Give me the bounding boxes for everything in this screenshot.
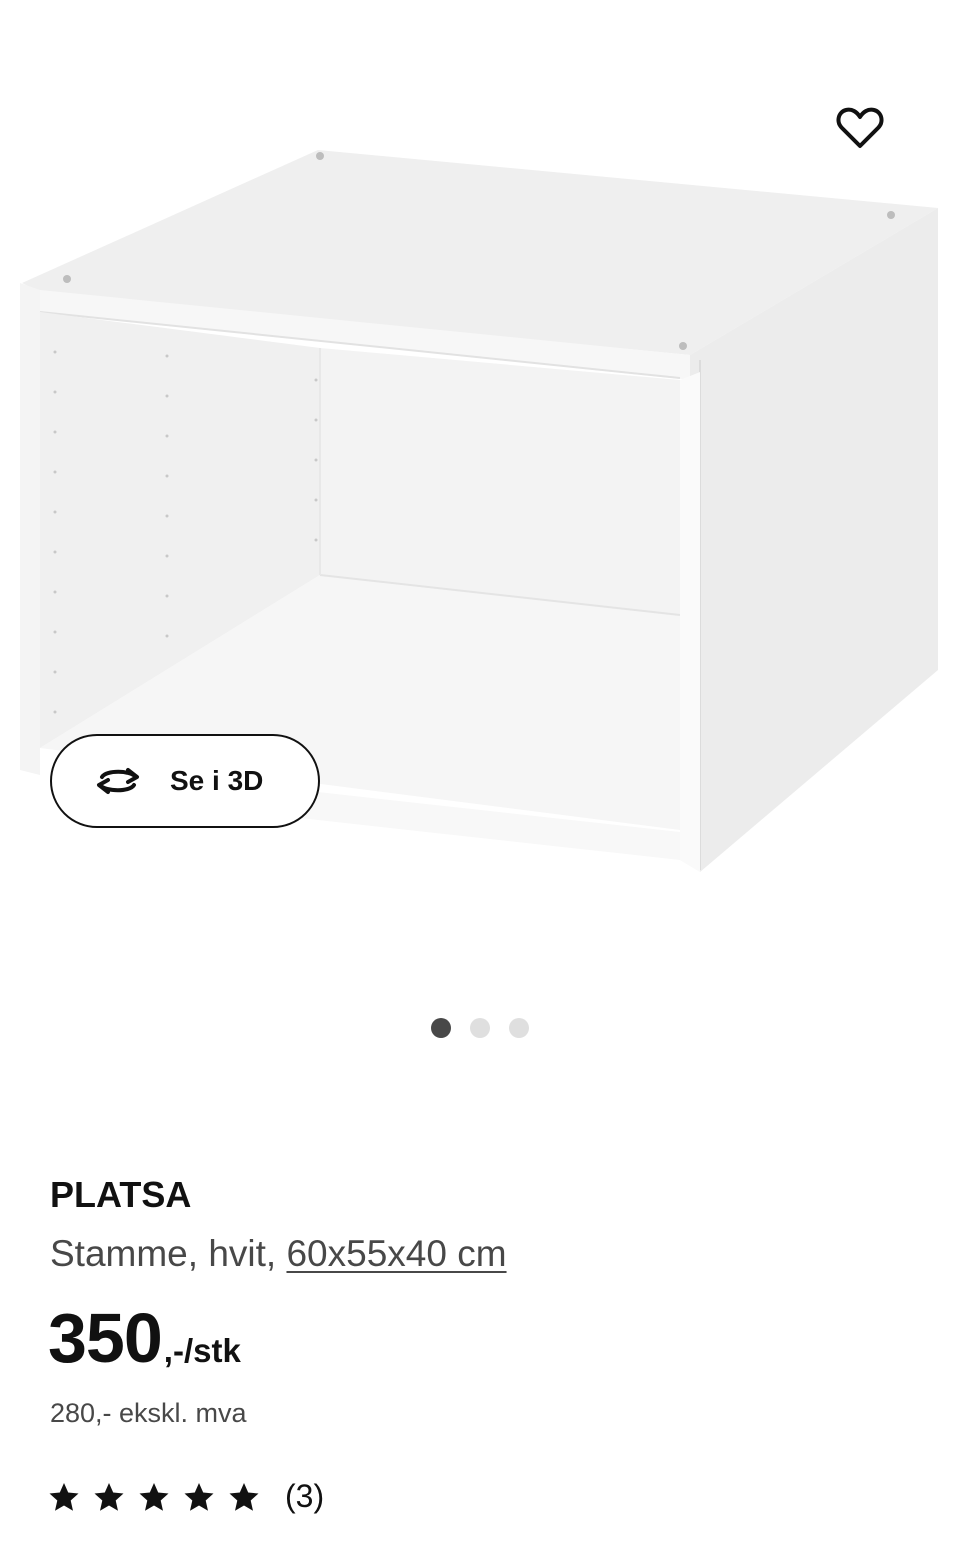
star-icon <box>138 1481 170 1513</box>
product-rating[interactable]: (3) <box>48 1478 324 1515</box>
star-icon <box>48 1481 80 1513</box>
rating-count: (3) <box>285 1478 325 1514</box>
product-type: Stamme, hvit, <box>50 1233 277 1274</box>
price-suffix: ,-/stk <box>163 1332 241 1369</box>
product-image <box>20 150 938 872</box>
star-icon <box>228 1481 260 1513</box>
rotate-arrows-icon <box>92 761 148 801</box>
star-icon <box>93 1481 125 1513</box>
product-name: PLATSA <box>50 1174 192 1215</box>
price-integer: 350 <box>48 1299 163 1377</box>
favorite-button[interactable] <box>830 98 890 158</box>
product-price: 350 ,-/stk <box>48 1298 241 1378</box>
view-in-3d-label: Se i 3D <box>170 765 264 796</box>
product-gallery[interactable]: Se i 3D <box>0 0 960 1000</box>
price-excl-vat: 280,- ekskl. mva <box>50 1398 247 1428</box>
carousel-dot-3[interactable] <box>509 1018 529 1038</box>
product-description: Stamme, hvit, 60x55x40 cm <box>50 1233 507 1275</box>
heart-outline-icon <box>836 107 884 148</box>
carousel-pagination <box>0 1018 960 1038</box>
carousel-dot-2[interactable] <box>470 1018 490 1038</box>
star-icon <box>183 1481 215 1513</box>
product-size-link[interactable]: 60x55x40 cm <box>286 1233 506 1274</box>
carousel-dot-1[interactable] <box>431 1018 451 1038</box>
view-in-3d-button[interactable]: Se i 3D <box>50 734 320 828</box>
